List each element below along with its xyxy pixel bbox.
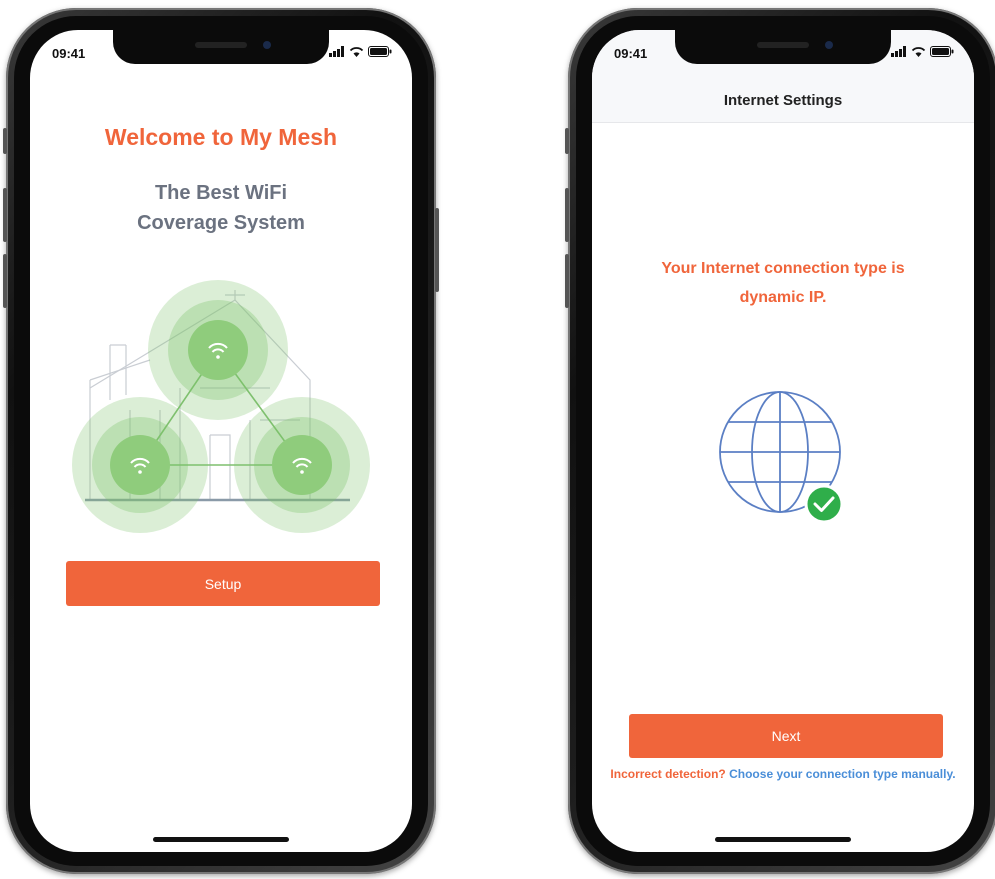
left-phone-frame: 09:41 Welcome to My Mesh The Best WiFi C…	[3, 8, 439, 874]
volume-up-button	[565, 188, 569, 242]
volume-down-button	[3, 254, 7, 308]
mesh-node-right	[234, 397, 370, 533]
signal-icon	[329, 46, 344, 57]
next-button[interactable]: Next	[629, 714, 943, 758]
check-badge-icon	[804, 484, 844, 524]
home-indicator[interactable]	[715, 837, 851, 842]
connection-type-message: Your Internet connection type is dynamic…	[612, 254, 954, 312]
nav-title: Internet Settings	[723, 91, 843, 109]
welcome-title: Welcome to My Mesh	[104, 124, 338, 150]
status-icons	[329, 46, 392, 57]
manual-detection-text: Incorrect detection? Choose your connect…	[602, 764, 964, 784]
connection-line1: Your Internet connection type is	[661, 260, 905, 277]
incorrect-detection-label: Incorrect detection?	[610, 767, 726, 781]
status-time: 09:41	[52, 46, 86, 61]
mesh-illustration	[72, 280, 370, 533]
battery-icon	[930, 46, 954, 57]
connection-line2: dynamic IP.	[739, 289, 827, 306]
notch	[113, 30, 329, 64]
left-screen: 09:41 Welcome to My Mesh The Best WiFi C…	[30, 30, 412, 852]
battery-icon	[368, 46, 392, 57]
power-button	[435, 208, 439, 292]
right-screen: Internet Settings 09:41 Your Internet co…	[592, 30, 974, 852]
signal-icon	[891, 46, 906, 57]
status-time: 09:41	[614, 46, 648, 61]
mute-switch	[565, 128, 569, 154]
volume-up-button	[3, 188, 7, 242]
subtitle-line1: The Best WiFi	[154, 182, 288, 204]
globe-icon	[719, 391, 844, 524]
mute-switch	[3, 128, 7, 154]
setup-button[interactable]: Setup	[66, 561, 380, 606]
subtitle-line2: Coverage System	[137, 212, 305, 234]
choose-type-manually-link[interactable]: Choose your connection type manually.	[729, 767, 955, 781]
home-indicator[interactable]	[153, 837, 289, 842]
mesh-node-left	[72, 397, 208, 533]
status-icons	[891, 46, 954, 57]
wifi-status-icon	[349, 47, 364, 57]
notch	[675, 30, 891, 64]
mesh-node-top	[148, 280, 288, 420]
volume-down-button	[565, 254, 569, 308]
subtitle: The Best WiFi Coverage System	[30, 178, 412, 238]
wifi-status-icon	[911, 47, 926, 57]
right-phone-frame: Internet Settings 09:41 Your Internet co…	[565, 8, 995, 874]
